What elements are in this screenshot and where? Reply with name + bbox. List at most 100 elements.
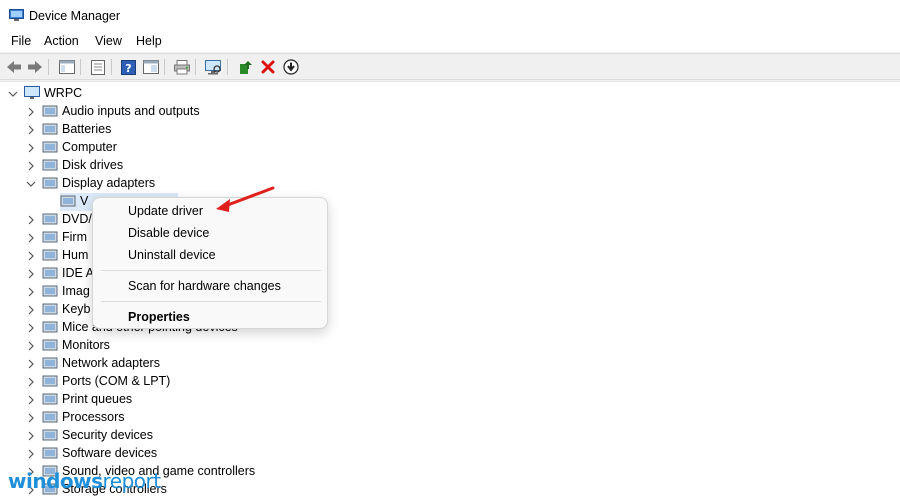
tree-category-item[interactable]: Processors	[26, 408, 125, 426]
mouse-icon	[42, 320, 58, 334]
ide-controller-icon	[42, 266, 58, 280]
chevron-right-icon[interactable]	[26, 232, 36, 243]
tree-category-item[interactable]: Audio inputs and outputs	[26, 102, 200, 120]
chevron-right-icon[interactable]	[26, 124, 36, 135]
svg-text:?: ?	[125, 62, 131, 75]
scan-hardware-icon[interactable]	[204, 58, 223, 76]
window-title: Device Manager	[29, 9, 121, 23]
tree-category-item[interactable]: Security devices	[26, 426, 153, 444]
help-icon[interactable]: ?	[119, 58, 138, 76]
tree-category-item[interactable]: Keyb	[26, 300, 91, 318]
tree-category-item[interactable]: Batteries	[26, 120, 111, 138]
tree-item-label: Software devices	[62, 446, 158, 460]
watermark-logo: windows report	[8, 469, 161, 495]
toolbar-separator	[111, 59, 112, 75]
tree-item-label: IDE A	[62, 266, 94, 280]
toolbar-separator	[80, 59, 81, 75]
tree-item-label: Imag	[62, 284, 90, 298]
tree-root[interactable]: WRPC	[8, 84, 82, 102]
back-arrow-icon[interactable]	[4, 58, 23, 76]
update-driver-icon[interactable]	[236, 58, 255, 76]
chevron-right-icon[interactable]	[26, 358, 36, 369]
tree-category-item[interactable]: Monitors	[26, 336, 110, 354]
camera-icon	[42, 284, 58, 298]
chevron-right-icon[interactable]	[26, 412, 36, 423]
forward-arrow-icon[interactable]	[25, 58, 44, 76]
tree-category-item[interactable]: Display adapters	[26, 174, 155, 192]
show-hide-console-tree-icon[interactable]	[57, 58, 76, 76]
context-uninstall-device[interactable]: Uninstall device	[128, 248, 216, 262]
annotation-arrow-icon	[216, 186, 275, 212]
tree-item-label: DVD/	[62, 212, 92, 226]
tree-category-item[interactable]: Network adapters	[26, 354, 160, 372]
disable-device-icon[interactable]	[281, 58, 300, 76]
menu-view[interactable]: View	[94, 34, 123, 48]
device-manager-icon	[9, 9, 24, 21]
printer-icon	[42, 392, 58, 406]
tree-category-item[interactable]: Print queues	[26, 390, 132, 408]
tree-root-label: WRPC	[44, 86, 83, 100]
menu-help[interactable]: Help	[135, 34, 163, 48]
display-adapter-icon	[42, 176, 58, 190]
chevron-right-icon[interactable]	[26, 448, 36, 459]
tree-category-item[interactable]: Firm	[26, 228, 87, 246]
disk-drive-icon	[42, 158, 58, 172]
tree-item-label: Computer	[62, 140, 117, 154]
speaker-icon	[42, 104, 58, 118]
tree-category-item[interactable]: Hum	[26, 246, 88, 264]
tree-category-item[interactable]: Computer	[26, 138, 117, 156]
tree-item-label: Monitors	[62, 338, 110, 352]
tree-item-label: Keyb	[62, 302, 91, 316]
view-options-icon[interactable]	[141, 58, 160, 76]
chevron-right-icon[interactable]	[26, 340, 36, 351]
tree-category-item[interactable]: Imag	[26, 282, 90, 300]
tree-device-item[interactable]: V	[44, 192, 88, 210]
context-separator	[101, 270, 321, 271]
chevron-right-icon[interactable]	[26, 250, 36, 261]
tree-category-item[interactable]: Software devices	[26, 444, 157, 462]
chevron-right-icon[interactable]	[26, 394, 36, 405]
port-icon	[42, 374, 58, 388]
watermark-text-windows: windows	[8, 469, 103, 493]
toolbar-separator	[227, 59, 228, 75]
menu-bar: File Action View Help	[0, 32, 900, 52]
tree-category-item[interactable]: DVD/	[26, 210, 92, 228]
properties-sheet-icon[interactable]	[88, 58, 107, 76]
chevron-right-icon[interactable]	[26, 322, 36, 333]
tree-category-item[interactable]: IDE A	[26, 264, 94, 282]
chevron-right-icon[interactable]	[26, 304, 36, 315]
tree-item-label: Batteries	[62, 122, 112, 136]
chevron-right-icon[interactable]	[26, 286, 36, 297]
computer-icon	[24, 86, 40, 100]
context-properties[interactable]: Properties	[128, 310, 190, 324]
tree-category-item[interactable]: Disk drives	[26, 156, 123, 174]
computer-icon	[42, 140, 58, 154]
tree-category-item[interactable]: Ports (COM & LPT)	[26, 372, 170, 390]
chevron-right-icon[interactable]	[26, 430, 36, 441]
context-update-driver[interactable]: Update driver	[128, 204, 203, 218]
menu-action[interactable]: Action	[43, 34, 80, 48]
context-scan-hardware[interactable]: Scan for hardware changes	[128, 279, 281, 293]
tree-item-label: Security devices	[62, 428, 154, 442]
uninstall-device-icon[interactable]	[258, 58, 277, 76]
chevron-right-icon[interactable]	[26, 160, 36, 171]
print-icon[interactable]	[172, 58, 191, 76]
chevron-right-icon[interactable]	[26, 268, 36, 279]
battery-icon	[42, 122, 58, 136]
watermark-text-report: report	[102, 469, 162, 493]
context-separator	[101, 301, 321, 302]
chevron-right-icon[interactable]	[26, 376, 36, 387]
network-adapter-icon	[42, 356, 58, 370]
tree-item-label: Ports (COM & LPT)	[62, 374, 171, 388]
toolbar-separator	[48, 59, 49, 75]
processor-icon	[42, 410, 58, 424]
chevron-down-icon[interactable]	[8, 88, 18, 98]
tree-item-label: Display adapters	[62, 176, 156, 190]
chevron-right-icon[interactable]	[26, 106, 36, 117]
context-disable-device[interactable]: Disable device	[128, 226, 209, 240]
chevron-right-icon[interactable]	[26, 214, 36, 225]
menu-file[interactable]: File	[10, 34, 32, 48]
chevron-down-icon[interactable]	[26, 178, 36, 188]
chevron-right-icon[interactable]	[26, 142, 36, 153]
